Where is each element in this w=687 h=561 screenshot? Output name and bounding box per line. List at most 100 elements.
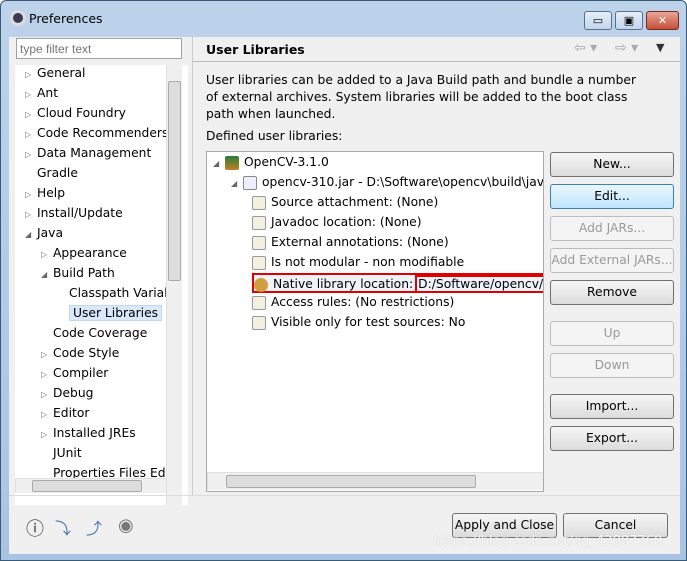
attribute-node[interactable]: Is not modular - non modifiable bbox=[252, 253, 464, 273]
sidebar-item-label: Code Coverage bbox=[53, 326, 148, 340]
collapsed-icon[interactable]: ▷ bbox=[25, 86, 37, 104]
library-node[interactable]: ◢ OpenCV-3.1.0 bbox=[213, 153, 329, 173]
sidebar-item[interactable]: Code Coverage bbox=[41, 324, 147, 344]
sidebar-item-label: Code Style bbox=[53, 346, 120, 360]
collapsed-icon[interactable]: ▷ bbox=[25, 186, 37, 204]
sidebar-item[interactable]: ◢ Build Path bbox=[41, 264, 115, 284]
expanded-icon[interactable]: ◢ bbox=[41, 266, 53, 284]
defined-libraries-label: Defined user libraries: bbox=[206, 129, 343, 143]
separator bbox=[9, 495, 680, 496]
dialog-client: ▷General▷Ant▷Cloud Foundry▷Code Recommen… bbox=[9, 37, 680, 554]
sidebar-item[interactable]: ▷ General bbox=[25, 64, 85, 84]
attribute-label: Source attachment: (None) bbox=[271, 195, 439, 209]
collapsed-icon[interactable]: ▷ bbox=[25, 126, 37, 144]
sidebar-item-label: Cloud Foundry bbox=[37, 106, 126, 120]
collapsed-icon[interactable]: ▷ bbox=[41, 366, 53, 384]
expanded-icon[interactable]: ◢ bbox=[25, 226, 37, 244]
minimize-button[interactable]: ▭ bbox=[584, 11, 612, 30]
sidebar-item[interactable]: Classpath Variab bbox=[57, 284, 172, 304]
attribute-icon bbox=[252, 295, 266, 310]
tree-horizontal-scrollbar[interactable] bbox=[207, 472, 543, 490]
separator bbox=[193, 61, 680, 62]
collapsed-icon[interactable]: ▷ bbox=[25, 66, 37, 84]
back-nav-icon[interactable]: ⇦ ▾ bbox=[574, 40, 597, 56]
collapsed-icon[interactable]: ▷ bbox=[25, 146, 37, 164]
scroll-thumb[interactable] bbox=[32, 480, 142, 492]
collapsed-icon[interactable]: ▷ bbox=[41, 406, 53, 424]
sidebar-item[interactable]: ▷ Data Management bbox=[25, 144, 151, 164]
record-icon[interactable]: ◉ bbox=[118, 515, 134, 536]
collapsed-icon[interactable]: ▷ bbox=[41, 246, 53, 264]
attribute-icon bbox=[252, 315, 266, 330]
sidebar-item[interactable]: ▷ Compiler bbox=[41, 364, 108, 384]
collapsed-icon[interactable]: ▷ bbox=[41, 426, 53, 444]
sidebar-item-label: JUnit bbox=[53, 446, 82, 460]
attribute-node[interactable]: Source attachment: (None) bbox=[252, 193, 438, 213]
export-icon[interactable]: ⤴ bbox=[86, 515, 102, 539]
help-icon[interactable]: ⓘ bbox=[26, 515, 44, 541]
description: User libraries can be added to a Java Bu… bbox=[206, 73, 637, 121]
attribute-icon bbox=[252, 195, 266, 210]
filter-input[interactable] bbox=[16, 38, 182, 59]
view-menu-icon[interactable]: ▼ bbox=[656, 41, 664, 54]
jar-label: opencv-310.jar - D:\Software\opencv\buil… bbox=[262, 175, 544, 189]
attribute-node[interactable]: External annotations: (None) bbox=[252, 233, 449, 253]
collapsed-icon[interactable]: ▷ bbox=[41, 346, 53, 364]
sidebar-item[interactable]: JUnit bbox=[41, 444, 82, 464]
attribute-icon bbox=[252, 255, 266, 270]
native-library-location-node[interactable]: Native library location: D:/Software/open… bbox=[252, 273, 543, 293]
divider bbox=[192, 37, 193, 495]
down-button[interactable]: Down bbox=[550, 353, 674, 378]
sidebar-item-label: Appearance bbox=[53, 246, 127, 260]
import-button[interactable]: Import... bbox=[550, 394, 674, 419]
sidebar-item-label: Install/Update bbox=[37, 206, 123, 220]
sidebar-horizontal-scrollbar[interactable] bbox=[15, 478, 166, 493]
attribute-label: Javadoc location: (None) bbox=[271, 215, 422, 229]
sidebar-item[interactable]: ▷ Appearance bbox=[41, 244, 127, 264]
close-button[interactable]: ✕ bbox=[646, 11, 679, 30]
sidebar-item-label: User Libraries bbox=[69, 305, 163, 321]
remove-button[interactable]: Remove bbox=[550, 280, 674, 305]
preferences-app-icon bbox=[10, 10, 26, 26]
sidebar-item-label: Editor bbox=[53, 406, 90, 420]
sidebar-item-label: Help bbox=[37, 186, 66, 200]
sidebar-item[interactable]: Gradle bbox=[25, 164, 78, 184]
sidebar-item[interactable]: ▷ Ant bbox=[25, 84, 58, 104]
sidebar-item[interactable]: ▷ Installed JREs bbox=[41, 424, 136, 444]
forward-nav-icon[interactable]: ⇨ ▾ bbox=[615, 40, 638, 56]
sidebar-item[interactable]: ▷ Debug bbox=[41, 384, 93, 404]
collapsed-icon[interactable]: ▷ bbox=[41, 386, 53, 404]
sidebar-item[interactable]: ▷ Editor bbox=[41, 404, 89, 424]
sidebar-item[interactable]: User Libraries bbox=[57, 304, 163, 324]
expanded-icon[interactable]: ◢ bbox=[213, 155, 225, 173]
maximize-button[interactable]: ▣ bbox=[615, 11, 643, 30]
jar-node[interactable]: ◢ opencv-310.jar - D:\Software\opencv\bui… bbox=[231, 173, 544, 193]
sidebar-item[interactable]: ▷ Install/Update bbox=[25, 204, 123, 224]
attribute-node[interactable]: Visible only for test sources: No bbox=[252, 313, 465, 333]
sidebar-item-label: Data Management bbox=[37, 146, 152, 160]
add-external-jars-button[interactable]: Add External JARs... bbox=[550, 248, 674, 273]
library-icon bbox=[225, 155, 239, 170]
attribute-node[interactable]: Javadoc location: (None) bbox=[252, 213, 422, 233]
attribute-node[interactable]: Access rules: (No restrictions) bbox=[252, 293, 454, 313]
sidebar-item[interactable]: ▷ Help bbox=[25, 184, 65, 204]
collapsed-icon[interactable]: ▷ bbox=[25, 206, 37, 224]
scroll-thumb[interactable] bbox=[168, 81, 181, 281]
collapsed-icon[interactable]: ▷ bbox=[25, 106, 37, 124]
up-button[interactable]: Up bbox=[550, 321, 674, 346]
sidebar-item[interactable]: ▷ Code Style bbox=[41, 344, 119, 364]
export-button[interactable]: Export... bbox=[550, 426, 674, 451]
sidebar-vertical-scrollbar[interactable] bbox=[166, 65, 182, 505]
scroll-thumb[interactable] bbox=[226, 475, 476, 488]
expanded-icon[interactable]: ◢ bbox=[231, 175, 243, 193]
attribute-label: Access rules: (No restrictions) bbox=[271, 295, 455, 309]
window-title: Preferences bbox=[29, 11, 103, 26]
add-jars-button[interactable]: Add JARs... bbox=[550, 216, 674, 241]
sidebar-item[interactable]: ▷ Code Recommenders bbox=[25, 124, 168, 144]
sidebar-item[interactable]: ▷ Cloud Foundry bbox=[25, 104, 126, 124]
new-button[interactable]: New... bbox=[550, 152, 674, 177]
user-libraries-tree[interactable]: ◢ OpenCV-3.1.0 ◢ opencv-310.jar - D:\Softw… bbox=[206, 151, 544, 492]
import-icon[interactable]: ⤵ bbox=[55, 515, 71, 539]
edit-button[interactable]: Edit... bbox=[550, 184, 674, 209]
sidebar-item[interactable]: ◢ Java bbox=[25, 224, 63, 244]
